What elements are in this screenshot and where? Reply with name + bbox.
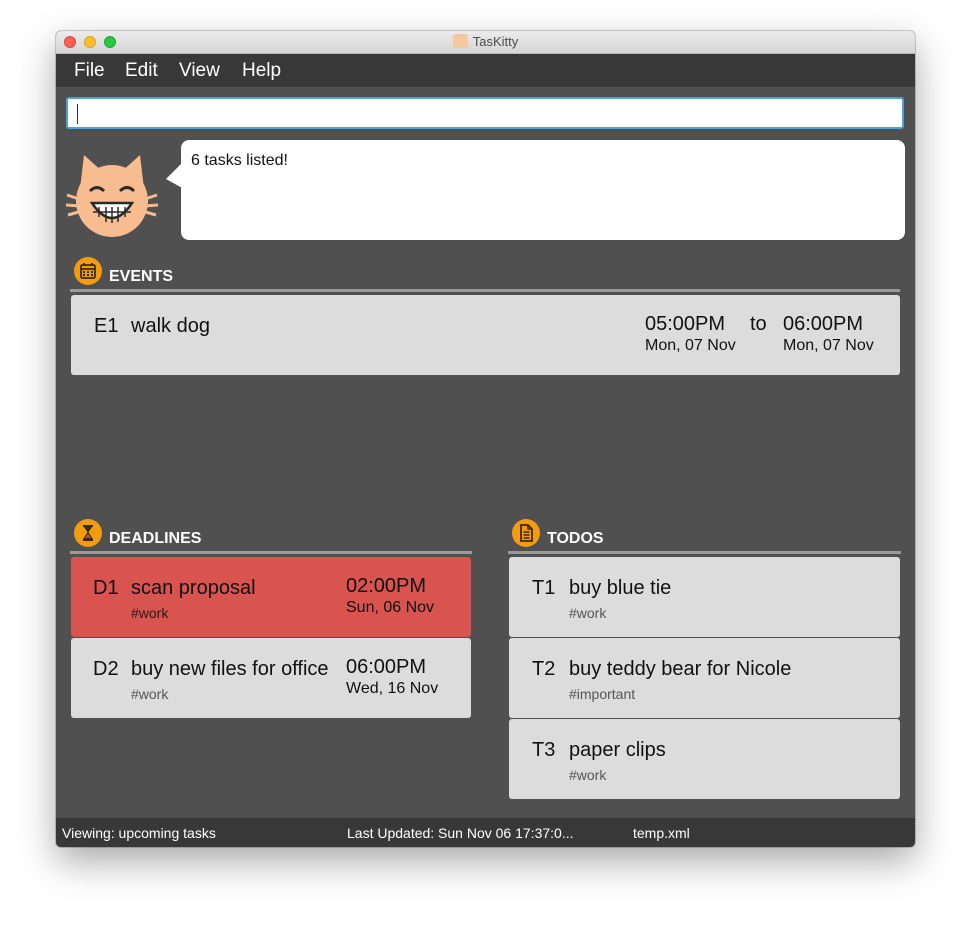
- menu-file[interactable]: File: [74, 60, 105, 82]
- task-tag: #important: [569, 686, 636, 702]
- event-to-label: to: [750, 313, 767, 335]
- deadline-card[interactable]: D1 scan proposal #work 02:00PM Sun, 06 N…: [71, 557, 471, 637]
- window-title: TasKitty: [472, 34, 519, 49]
- menu-edit[interactable]: Edit: [125, 60, 158, 82]
- task-index: T3: [532, 739, 556, 761]
- deadline-date: Wed, 16 Nov: [346, 680, 439, 697]
- deadline-card[interactable]: D2 buy new files for office #work 06:00P…: [71, 638, 471, 718]
- task-index: T1: [532, 577, 556, 599]
- task-tag: #work: [131, 686, 169, 702]
- task-tag: #work: [569, 767, 607, 783]
- task-name: paper clips: [569, 739, 666, 761]
- status-last-updated: Last Updated: Sun Nov 06 17:37:0...: [347, 825, 574, 841]
- menu-help[interactable]: Help: [242, 60, 281, 82]
- event-end-time: 06:00PM: [783, 313, 864, 335]
- todo-card[interactable]: T2 buy teddy bear for Nicole #important: [509, 638, 900, 718]
- text-caret: [77, 104, 78, 124]
- app-icon: [452, 34, 468, 48]
- todo-card[interactable]: T3 paper clips #work: [509, 719, 900, 799]
- document-icon: [512, 519, 540, 547]
- event-card[interactable]: E1 walk dog 05:00PM Mon, 07 Nov to 06:00…: [71, 295, 900, 375]
- status-bar: Viewing: upcoming tasks Last Updated: Su…: [56, 818, 915, 847]
- cat-icon: [66, 155, 158, 237]
- todos-divider: [508, 551, 901, 554]
- deadlines-title: DEADLINES: [109, 530, 202, 547]
- task-index: E1: [94, 315, 119, 337]
- task-tag: #work: [131, 605, 169, 621]
- task-index: D1: [93, 577, 119, 599]
- app-window: TasKitty File Edit View Help 6 tasks lis…: [56, 31, 915, 847]
- status-file: temp.xml: [633, 825, 690, 841]
- task-name: scan proposal: [131, 577, 256, 599]
- status-viewing: Viewing: upcoming tasks: [62, 825, 216, 841]
- todos-title: TODOS: [547, 530, 604, 547]
- event-start-date: Mon, 07 Nov: [645, 337, 736, 354]
- events-divider: [70, 289, 900, 292]
- task-name: buy teddy bear for Nicole: [569, 658, 792, 680]
- events-title: EVENTS: [109, 268, 174, 285]
- task-name: buy blue tie: [569, 577, 672, 599]
- task-index: T2: [532, 658, 556, 680]
- menu-bar: File Edit View Help: [56, 54, 915, 87]
- feedback-text: 6 tasks listed!: [191, 152, 288, 169]
- deadline-time: 02:00PM: [346, 575, 427, 597]
- task-tag: #work: [569, 605, 607, 621]
- hourglass-icon: [74, 519, 102, 547]
- deadlines-divider: [70, 551, 472, 554]
- task-index: D2: [93, 658, 119, 680]
- task-name: buy new files for office: [131, 658, 329, 680]
- event-start-time: 05:00PM: [645, 313, 726, 335]
- command-input[interactable]: [66, 97, 904, 129]
- feedback-bubble: [181, 140, 905, 240]
- window-title-wrap: TasKitty: [56, 34, 915, 49]
- task-name: walk dog: [131, 315, 210, 337]
- menu-view[interactable]: View: [179, 60, 220, 82]
- calendar-icon: [74, 257, 102, 285]
- event-end-date: Mon, 07 Nov: [783, 337, 874, 354]
- deadline-date: Sun, 06 Nov: [346, 599, 435, 616]
- title-bar: TasKitty: [56, 31, 915, 54]
- deadline-time: 06:00PM: [346, 656, 427, 678]
- todo-card[interactable]: T1 buy blue tie #work: [509, 557, 900, 637]
